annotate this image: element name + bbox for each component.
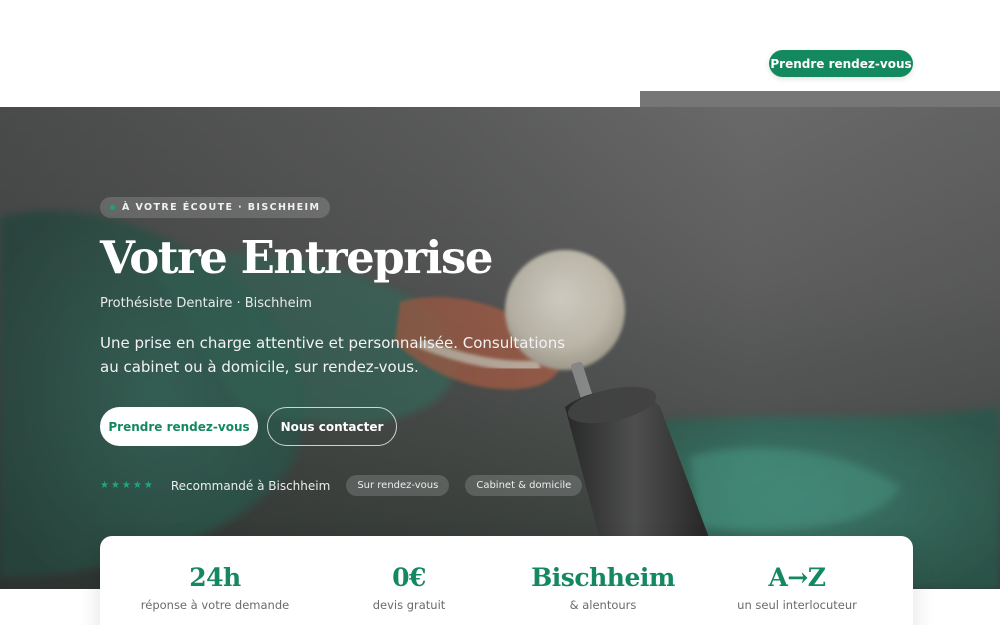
recommended-text: Recommandé à Bischheim xyxy=(170,478,331,493)
hero-description: Une prise en charge attentive et personn… xyxy=(100,334,566,376)
stat-response-time: 24h réponse à votre demande xyxy=(118,536,312,625)
stat-value: 24h xyxy=(189,563,241,592)
stat-value: Bischheim xyxy=(531,563,675,592)
header-appointment-button[interactable]: Prendre rendez-vous xyxy=(769,50,913,77)
pill-appointment: Sur rendez-vous xyxy=(346,475,450,496)
hero-subtitle: Prothésiste Dentaire · Bischheim xyxy=(100,296,312,311)
page: Prendre rendez-vous À VOTRE ÉCOUTE · BIS… xyxy=(0,0,1000,625)
rating-stars-icon: ★★★★★ xyxy=(100,480,155,491)
status-dot-icon xyxy=(110,205,115,210)
trust-row: ★★★★★ Recommandé à Bischheim Sur rendez-… xyxy=(100,475,583,496)
location-badge: À VOTRE ÉCOUTE · BISCHHEIM xyxy=(100,197,331,218)
badge-text: À VOTRE ÉCOUTE · BISCHHEIM xyxy=(122,202,321,213)
stat-quote: 0€ devis gratuit xyxy=(312,536,506,625)
stat-value: 0€ xyxy=(392,563,426,592)
pill-location: Cabinet & domicile xyxy=(465,475,583,496)
stat-area: Bischheim & alentours xyxy=(506,536,700,625)
appointment-button[interactable]: Prendre rendez-vous xyxy=(100,407,258,446)
stats-card: 24h réponse à votre demande 0€ devis gra… xyxy=(100,536,913,625)
contact-button[interactable]: Nous contacter xyxy=(267,407,397,446)
header-notch xyxy=(640,91,1000,107)
stat-label: devis gratuit xyxy=(372,598,446,612)
hero-section: À VOTRE ÉCOUTE · BISCHHEIM Votre Entrepr… xyxy=(0,107,1000,589)
stat-label: réponse à votre demande xyxy=(140,598,290,612)
page-title: Votre Entreprise xyxy=(100,231,493,284)
stat-label: & alentours xyxy=(569,598,637,612)
stat-single-contact: A→Z un seul interlocuteur xyxy=(700,536,894,625)
stat-label: un seul interlocuteur xyxy=(737,598,857,612)
stat-value: A→Z xyxy=(768,563,826,592)
